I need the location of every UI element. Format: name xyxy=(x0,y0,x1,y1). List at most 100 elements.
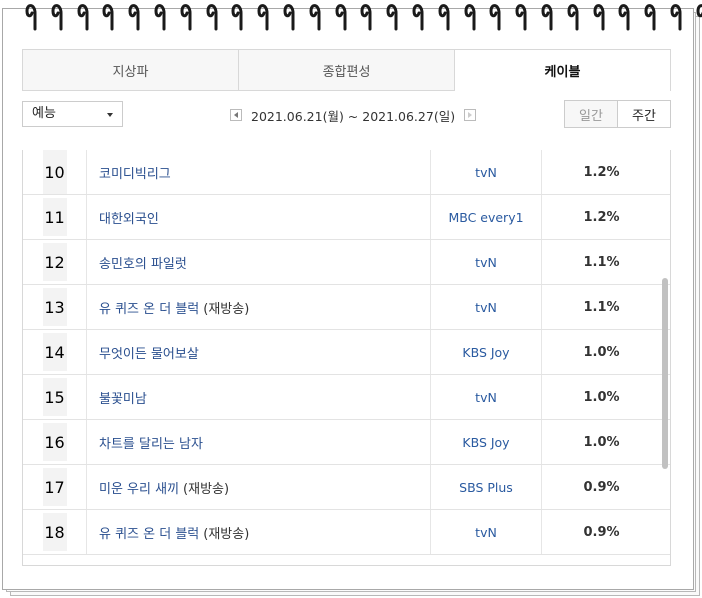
rating-value: 1.0% xyxy=(541,330,661,374)
channel-link[interactable]: tvN xyxy=(430,285,541,329)
rating-value: 1.2% xyxy=(541,150,661,194)
binder-ring-icon xyxy=(593,1,606,31)
binder-ring-icon xyxy=(51,1,64,31)
program-title: 유 퀴즈 온 더 블럭 xyxy=(99,526,200,542)
binder-ring-icon xyxy=(386,1,399,31)
table-row[interactable]: 16 차트를 달리는 남자 KBS Joy 1.0% xyxy=(23,420,670,465)
table-row[interactable]: 10 코미디빅리그 tvN 1.2% xyxy=(23,150,670,195)
channel-link[interactable]: tvN xyxy=(430,375,541,419)
channel-link[interactable]: KBS Joy xyxy=(430,420,541,464)
next-week-button[interactable] xyxy=(464,109,477,121)
binder-ring-icon xyxy=(489,1,502,31)
binder-ring-icon xyxy=(618,1,631,31)
scrollbar-track[interactable] xyxy=(662,150,668,565)
binder-ring-icon xyxy=(567,1,580,31)
table-row[interactable]: 15 불꽃미남 tvN 1.0% xyxy=(23,375,670,420)
rating-value: 0.9% xyxy=(541,510,661,554)
rank-number: 11 xyxy=(42,198,67,236)
spiral-binding xyxy=(0,0,702,32)
program-title: 불꽃미남 xyxy=(99,391,147,407)
channel-link[interactable]: KBS Joy xyxy=(430,330,541,374)
rating-value: 1.1% xyxy=(541,240,661,284)
tab-general-programming[interactable]: 종합편성 xyxy=(239,50,455,91)
binder-ring-icon xyxy=(283,1,296,31)
program-title-link[interactable]: 유 퀴즈 온 더 블럭 (재방송) xyxy=(86,285,430,329)
rank-number: 14 xyxy=(42,333,67,371)
program-title-link[interactable]: 송민호의 파일럿 xyxy=(86,240,430,284)
rating-value: 0.9% xyxy=(541,465,661,509)
channel-link[interactable]: tvN xyxy=(430,240,541,284)
program-title-link[interactable]: 코미디빅리그 xyxy=(86,150,430,194)
ratings-table: 10 코미디빅리그 tvN 1.2% 11 대한외국인 MBC every1 1.2% 12 송민… xyxy=(22,150,671,566)
binder-ring-icon xyxy=(77,1,90,31)
rerun-label: (재방송) xyxy=(203,301,250,317)
program-title-link[interactable]: 미운 우리 새끼 (재방송) xyxy=(86,465,430,509)
category-select[interactable]: 예능 xyxy=(22,101,123,127)
binder-ring-icon xyxy=(154,1,167,31)
binder-ring-icon xyxy=(464,1,477,31)
binder-ring-icon xyxy=(696,1,702,31)
binder-ring-icon xyxy=(541,1,554,31)
filter-bar: 예능 2021.06.21(월) ~ 2021.06.27(일) 일간 주간 xyxy=(22,100,671,128)
binder-ring-icon xyxy=(644,1,657,31)
daily-button[interactable]: 일간 xyxy=(564,100,618,128)
binder-ring-icon xyxy=(412,1,425,31)
table-row[interactable]: 14 무엇이든 물어보살 KBS Joy 1.0% xyxy=(23,330,670,375)
rank-number: 16 xyxy=(42,423,67,461)
binder-ring-icon xyxy=(180,1,193,31)
binder-ring-icon xyxy=(515,1,528,31)
category-select-value: 예능 xyxy=(32,106,56,121)
binder-ring-icon xyxy=(438,1,451,31)
date-navigator: 2021.06.21(월) ~ 2021.06.27(일) xyxy=(230,106,477,124)
table-row[interactable]: 11 대한외국인 MBC every1 1.2% xyxy=(23,195,670,240)
broadcast-type-tabs: 지상파 종합편성 케이블 xyxy=(22,49,671,91)
program-title: 무엇이든 물어보살 xyxy=(99,346,199,362)
program-title: 유 퀴즈 온 더 블럭 xyxy=(99,301,200,317)
program-title: 코미디빅리그 xyxy=(99,166,171,182)
tab-terrestrial[interactable]: 지상파 xyxy=(23,50,239,91)
weekly-button[interactable]: 주간 xyxy=(617,100,671,128)
rank-number: 15 xyxy=(42,378,67,416)
rerun-label: (재방송) xyxy=(183,481,230,497)
rank-number: 13 xyxy=(42,288,67,326)
binder-ring-icon xyxy=(102,1,115,31)
scrollbar-thumb[interactable] xyxy=(662,278,668,469)
program-title-link[interactable]: 차트를 달리는 남자 xyxy=(86,420,430,464)
table-row[interactable]: 18 유 퀴즈 온 더 블럭 (재방송) tvN 0.9% xyxy=(23,510,670,555)
rank-number: 18 xyxy=(42,513,67,551)
table-row[interactable]: 12 송민호의 파일럿 tvN 1.1% xyxy=(23,240,670,285)
rerun-label: (재방송) xyxy=(203,526,250,542)
binder-ring-icon xyxy=(360,1,373,31)
rating-value: 1.1% xyxy=(541,285,661,329)
date-range: 2021.06.21(월) ~ 2021.06.27(일) xyxy=(251,108,456,124)
program-title-link[interactable]: 무엇이든 물어보살 xyxy=(86,330,430,374)
channel-link[interactable]: MBC every1 xyxy=(430,195,541,239)
binder-ring-icon xyxy=(128,1,141,31)
channel-link[interactable]: SBS Plus xyxy=(430,465,541,509)
rank-number: 10 xyxy=(42,153,67,191)
channel-link[interactable]: tvN xyxy=(430,510,541,554)
arrow-right-icon xyxy=(468,112,473,118)
previous-week-button[interactable] xyxy=(230,109,242,121)
rank-number: 12 xyxy=(42,243,67,281)
binder-ring-icon xyxy=(25,1,38,31)
rating-value: 1.0% xyxy=(541,375,661,419)
program-title-link[interactable]: 불꽃미남 xyxy=(86,375,430,419)
binder-ring-icon xyxy=(335,1,348,31)
binder-ring-icon xyxy=(309,1,322,31)
table-row[interactable]: 17 미운 우리 새끼 (재방송) SBS Plus 0.9% xyxy=(23,465,670,510)
arrow-left-icon xyxy=(234,112,238,118)
rank-number: 17 xyxy=(42,468,67,506)
program-title-link[interactable]: 대한외국인 xyxy=(86,195,430,239)
binder-ring-icon xyxy=(206,1,219,31)
program-title-link[interactable]: 유 퀴즈 온 더 블럭 (재방송) xyxy=(86,510,430,554)
rating-value: 1.0% xyxy=(541,420,661,464)
period-toggle: 일간 주간 xyxy=(564,100,671,128)
binder-ring-icon xyxy=(670,1,683,31)
program-title: 미운 우리 새끼 xyxy=(99,481,180,497)
table-row[interactable]: 13 유 퀴즈 온 더 블럭 (재방송) tvN 1.1% xyxy=(23,285,670,330)
channel-link[interactable]: tvN xyxy=(430,150,541,194)
tab-cable[interactable]: 케이블 xyxy=(455,50,670,91)
program-title: 차트를 달리는 남자 xyxy=(99,436,203,452)
chevron-down-icon xyxy=(107,113,113,117)
